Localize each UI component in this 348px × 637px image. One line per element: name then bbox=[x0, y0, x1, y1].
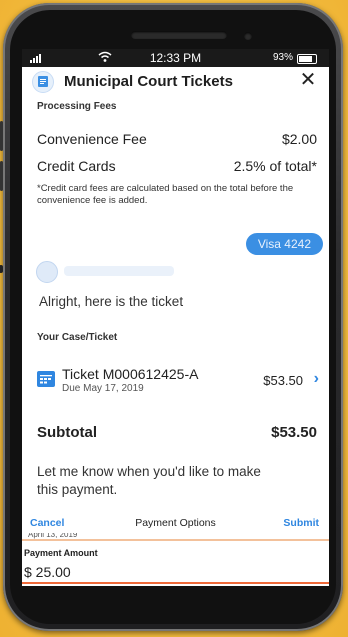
bot-name-placeholder bbox=[64, 266, 174, 276]
page-title: Municipal Court Tickets bbox=[64, 73, 233, 90]
ticket-amount: $53.50 bbox=[263, 373, 303, 388]
front-camera bbox=[244, 32, 252, 40]
ticket-due-date: Due May 17, 2019 bbox=[62, 383, 144, 394]
followup-message: Let me know when you'd like to make this… bbox=[37, 464, 261, 497]
case-ticket-heading: Your Case/Ticket bbox=[37, 332, 118, 343]
bot-avatar-icon bbox=[36, 261, 58, 283]
payment-amount-underline bbox=[22, 582, 329, 584]
ticket-icon bbox=[37, 371, 55, 387]
ticket-title[interactable]: Ticket M000612425-A bbox=[62, 366, 198, 382]
credit-card-label: Credit Cards bbox=[37, 158, 116, 174]
app-screen: 12:33 PM 93% Municipal Court Tickets ✕ P… bbox=[22, 49, 329, 586]
battery-percent: 93% bbox=[272, 52, 293, 63]
processing-fees-heading: Processing Fees bbox=[37, 101, 117, 112]
fee-footnote: *Credit card fees are calculated based o… bbox=[37, 183, 294, 206]
app-header: Municipal Court Tickets ✕ bbox=[22, 67, 329, 99]
speaker-grille bbox=[131, 31, 227, 39]
close-icon[interactable]: ✕ bbox=[297, 69, 319, 91]
convenience-fee-value: $2.00 bbox=[281, 131, 317, 147]
divider bbox=[22, 539, 329, 541]
volume-up-button bbox=[0, 121, 3, 151]
status-bar: 12:33 PM 93% bbox=[22, 49, 329, 67]
payment-toolbar: Cancel Payment Options Submit bbox=[22, 513, 329, 535]
side-sensor bbox=[0, 265, 3, 273]
subtotal-label: Subtotal bbox=[37, 424, 97, 441]
credit-card-value: 2.5% of total* bbox=[233, 158, 317, 174]
court-logo-icon bbox=[32, 71, 54, 93]
chevron-right-icon[interactable]: › bbox=[314, 370, 319, 388]
submit-button[interactable]: Submit bbox=[283, 517, 319, 529]
payment-amount-label: Payment Amount bbox=[24, 548, 98, 558]
bot-message: Alright, here is the ticket bbox=[39, 294, 184, 309]
payment-amount-field[interactable]: $ 25.00 bbox=[24, 564, 71, 580]
convenience-fee-label: Convenience Fee bbox=[37, 131, 147, 147]
user-reply-bubble: Visa 4242 bbox=[245, 233, 323, 255]
battery-icon bbox=[297, 54, 317, 64]
subtotal-value: $53.50 bbox=[271, 424, 317, 441]
volume-down-button bbox=[0, 161, 3, 191]
